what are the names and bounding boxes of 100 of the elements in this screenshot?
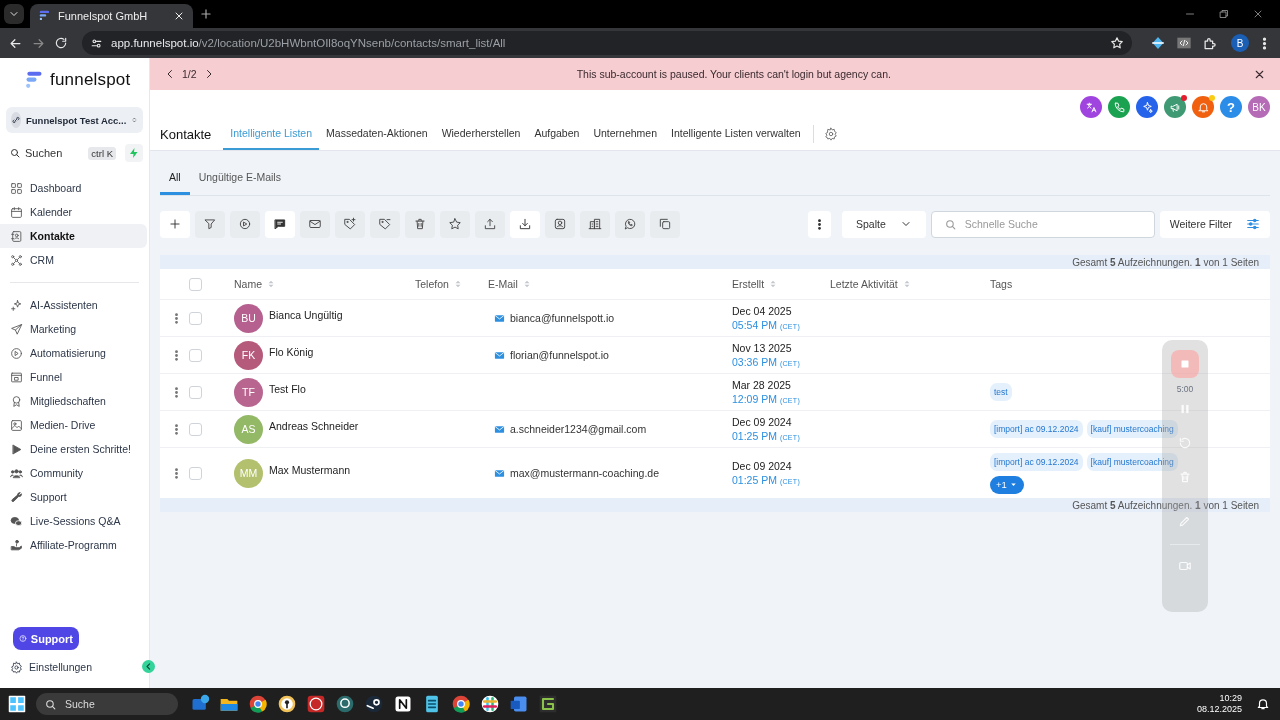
settings-item[interactable]: Einstellungen <box>0 656 99 678</box>
sidebar-item[interactable]: Kalender <box>0 200 147 224</box>
puzzle-icon[interactable] <box>1202 35 1217 51</box>
hash-icon[interactable] <box>480 694 500 714</box>
header-action-button[interactable] <box>1164 96 1186 118</box>
column-header[interactable]: Name <box>234 278 415 290</box>
row-checkbox[interactable] <box>189 466 202 480</box>
sidebar-item[interactable]: Dashboard <box>0 176 147 200</box>
star-icon <box>448 217 462 231</box>
search-field[interactable]: Suchen ctrl K <box>6 143 119 163</box>
sidebar-item[interactable]: Support <box>0 485 147 509</box>
row-checkbox[interactable] <box>189 422 202 436</box>
header-action-button[interactable] <box>1080 96 1102 118</box>
notebook-icon[interactable] <box>393 694 413 714</box>
restart-button[interactable] <box>1178 436 1192 450</box>
close-icon[interactable] <box>1252 8 1264 20</box>
taskbar-search-field[interactable]: Suche <box>36 693 178 715</box>
row-checkbox[interactable] <box>189 311 202 325</box>
row-checkbox[interactable] <box>189 348 202 362</box>
contact-avatar: FK <box>234 340 263 370</box>
column-header: Tags <box>990 278 1014 290</box>
address-bar[interactable]: app.funnelspot.io/v2/location/U2bHWbntOIl8oqYNsenb/contacts/smart_list/All <box>82 31 1132 55</box>
toolbar-button[interactable] <box>265 210 295 238</box>
browser-tab[interactable]: Funnelspot GmbH <box>30 4 193 28</box>
download-icon <box>518 217 532 231</box>
contact-card-icon <box>553 217 567 231</box>
nav-tab[interactable]: Wiederherstellen <box>434 118 528 150</box>
more-tags-button[interactable]: +1 <box>990 475 1024 494</box>
sparkle-icon <box>1140 100 1154 114</box>
header-action-button[interactable] <box>1136 96 1158 118</box>
contact-name[interactable]: Max Mustermann <box>269 464 351 476</box>
sidebar-item[interactable]: Marketing <box>0 317 147 341</box>
network-icon <box>10 253 23 267</box>
contact-name[interactable]: Test Flo <box>269 383 306 395</box>
contact-name[interactable]: Flo König <box>269 346 314 358</box>
restore-icon[interactable] <box>1218 8 1230 20</box>
code-icon[interactable] <box>1176 35 1192 51</box>
row-checkbox[interactable] <box>189 385 202 399</box>
sidebar-item[interactable]: AI-Assistenten <box>0 293 147 317</box>
support-button[interactable]: Support <box>13 627 79 650</box>
profile-avatar[interactable]: B <box>1231 34 1249 52</box>
sidebar-item[interactable]: Mitgliedschaften <box>0 389 147 413</box>
contact-book-icon <box>10 229 23 243</box>
record-summary: Gesamt 5 Aufzeichnungen. 1 von 1 Seiten <box>1072 499 1259 511</box>
windows-start-icon[interactable] <box>8 695 26 713</box>
nav-tab[interactable]: Intelligente Listen verwalten <box>664 118 808 150</box>
pen-icon <box>1178 514 1192 528</box>
chrome-icon[interactable] <box>248 694 268 714</box>
star-icon[interactable] <box>1110 36 1124 50</box>
search-icon <box>9 147 21 159</box>
column-header[interactable]: Letzte Aktivität <box>830 278 990 290</box>
contact-name[interactable]: Bianca Ungültig <box>269 309 343 321</box>
tab-list-button[interactable] <box>4 4 24 24</box>
plus-icon[interactable] <box>199 7 213 21</box>
settings-icon[interactable] <box>823 127 838 141</box>
email-address[interactable]: florian@funnelspot.io <box>510 349 609 361</box>
more-filters-button[interactable]: Weitere Filter <box>1159 210 1270 238</box>
grid-app-icon[interactable] <box>538 694 558 714</box>
contact-avatar: BU <box>234 303 263 333</box>
sidebar-item[interactable]: Funnel <box>0 365 147 389</box>
select-all-checkbox[interactable] <box>189 277 202 291</box>
delete-icon <box>413 217 427 231</box>
nav-tab[interactable]: Aufgaben <box>527 118 587 150</box>
play-circle-icon <box>238 217 252 231</box>
chrome-icon[interactable] <box>451 694 471 714</box>
sidebar-item[interactable]: Kontakte <box>0 224 147 248</box>
document-icon[interactable] <box>509 694 529 714</box>
hand-coin-icon <box>10 538 23 552</box>
more-button[interactable] <box>807 210 831 238</box>
diamond-icon[interactable] <box>1150 35 1166 51</box>
header-action-button[interactable] <box>1192 96 1214 118</box>
list-tab[interactable]: All <box>160 162 190 195</box>
lightning-icon <box>128 147 140 159</box>
header-action-button[interactable] <box>1108 96 1130 118</box>
reload-icon[interactable] <box>54 36 68 50</box>
page-title: Kontakte <box>160 125 212 144</box>
keyhole-icon[interactable] <box>277 694 297 714</box>
email-address[interactable]: bianca@funnelspott.io <box>510 312 615 324</box>
column-header[interactable]: E-Mail <box>488 278 732 290</box>
camera-icon <box>1178 559 1192 573</box>
email-address[interactable]: a.schneider1234@gmail.com <box>510 423 647 435</box>
contact-name[interactable]: Andreas Schneider <box>269 420 359 432</box>
user-avatar[interactable]: BK <box>1248 96 1270 118</box>
account-switcher[interactable]: Funnelspot Test Acc... <box>6 107 143 133</box>
nav-tab[interactable]: Unternehmen <box>586 118 664 150</box>
column-header[interactable]: Erstellt <box>732 278 830 290</box>
column-header[interactable]: Telefon <box>415 278 488 290</box>
tag-chip: [kauf] mustercoaching <box>1086 420 1178 438</box>
sidebar-item[interactable]: Live-Sessions Q&A <box>0 509 147 533</box>
email-address[interactable]: max@mustermann-coaching.de <box>510 467 659 479</box>
sidebar-item[interactable]: Affiliate-Programm <box>0 533 147 557</box>
bell-icon <box>1196 100 1210 114</box>
nav-tab[interactable]: Massedaten-Aktionen <box>319 118 435 150</box>
column-select[interactable]: Spalte <box>841 210 926 238</box>
sidebar-item[interactable]: Community <box>0 461 147 485</box>
sidebar-item[interactable]: Medien- Drive <box>0 413 147 437</box>
sidebar-item[interactable]: Automatisierung <box>0 341 147 365</box>
sidebar-item[interactable]: CRM <box>0 248 147 272</box>
list-tab[interactable]: Ungültige E-Mails <box>189 162 290 195</box>
sidebar-item[interactable]: Deine ersten Schritte! <box>0 437 147 461</box>
